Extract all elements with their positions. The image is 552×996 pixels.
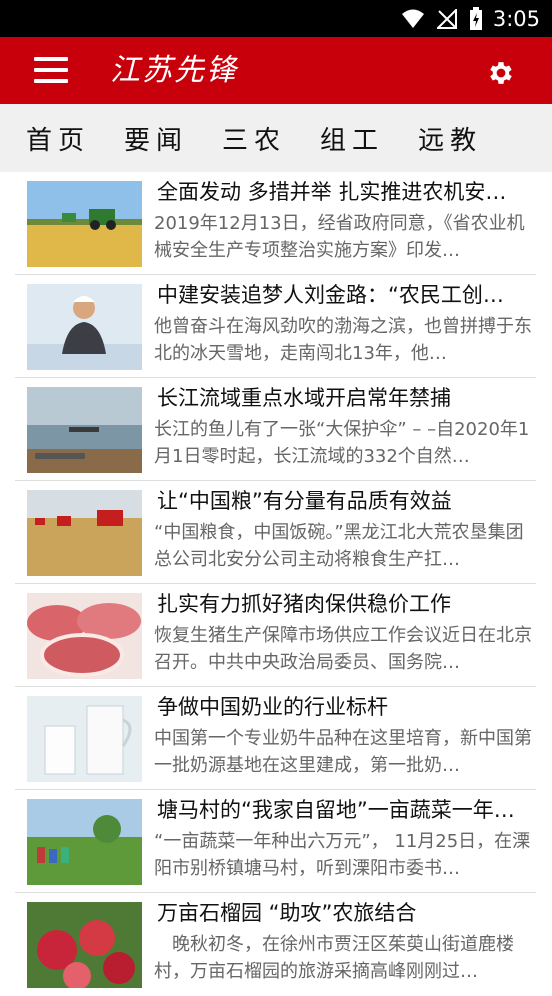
tab-news[interactable]: 要闻 bbox=[124, 120, 188, 157]
news-summary: “一亩蔬菜一年种出六万元”， 11月25日，在溧阳市别桥镇塘马村，听到溧阳市委书… bbox=[154, 831, 531, 879]
yangtze-river-image bbox=[27, 387, 142, 473]
news-item[interactable]: 让“中国粮”有分量有品质有效益 “中国粮食，中国饭碗。”黑龙江北大荒农垦集团总公… bbox=[0, 481, 552, 584]
news-item[interactable]: 全面发动 多措并举 扎实推进农机安… 2019年12月13日，经省政府同意，《省… bbox=[0, 172, 552, 275]
app-logo: 江苏先锋 bbox=[110, 53, 238, 88]
vegetable-field-image bbox=[27, 799, 142, 885]
tab-home[interactable]: 首页 bbox=[26, 120, 90, 157]
milk-glasses-image bbox=[27, 696, 142, 782]
wifi-icon bbox=[401, 9, 425, 29]
news-summary: 长江的鱼儿有了一张“大保护伞” – –自2020年1月1日零时起，长江流域的33… bbox=[154, 419, 530, 467]
news-summary: 中国第一个专业奶牛品种在这里培育，新中国第一批奶源基地在这里建成，第一批奶… bbox=[154, 728, 532, 776]
news-summary: 2019年12月13日，经省政府同意，《省农业机械安全生产专项整治实施方案》印发… bbox=[154, 213, 525, 261]
combine-harvesters-image bbox=[27, 490, 142, 576]
news-title: 让“中国粮”有分量有品质有效益 bbox=[157, 489, 452, 513]
tab-agriculture[interactable]: 三农 bbox=[222, 120, 286, 157]
news-item[interactable]: 中建安装追梦人刘金路：“农民工创… 他曾奋斗在海风劲吹的渤海之滨，也曾拼搏于东北… bbox=[0, 275, 552, 378]
news-title: 扎实有力抓好猪肉保供稳价工作 bbox=[157, 592, 451, 616]
news-summary: 恢复生猪生产保障市场供应工作会议近日在北京召开。中共中央政治局委员、国务院… bbox=[154, 625, 532, 673]
news-title: 中建安装追梦人刘金路：“农民工创… bbox=[157, 283, 504, 307]
settings-button[interactable] bbox=[486, 58, 516, 88]
news-title: 争做中国奶业的行业标杆 bbox=[157, 695, 388, 719]
wheat-harvest-image bbox=[27, 181, 142, 267]
news-title: 万亩石榴园 “助攻”农旅结合 bbox=[157, 901, 417, 925]
news-title: 长江流域重点水域开启常年禁捕 bbox=[157, 386, 451, 410]
category-tabs: 首页 要闻 三农 组工 远教 bbox=[0, 104, 552, 172]
menu-icon bbox=[34, 57, 68, 61]
news-summary: “中国粮食，中国饭碗。”黑龙江北大荒农垦集团总公司北安分公司主动将粮食生产扛… bbox=[154, 522, 524, 570]
pomegranate-image bbox=[27, 902, 142, 988]
no-signal-icon bbox=[436, 8, 457, 29]
news-item[interactable]: 塘马村的“我家自留地”一亩蔬菜一年… “一亩蔬菜一年种出六万元”， 11月25日… bbox=[0, 790, 552, 893]
status-time: 3:05 bbox=[492, 6, 540, 31]
news-item[interactable]: 万亩石榴园 “助攻”农旅结合 晚秋初冬，在徐州市贾汪区茱萸山街道鹿楼村，万亩石榴… bbox=[0, 893, 552, 996]
app-bar: 江苏先锋 bbox=[0, 37, 552, 104]
status-bar: 3:05 bbox=[0, 0, 552, 37]
news-item[interactable]: 扎实有力抓好猪肉保供稳价工作 恢复生猪生产保障市场供应工作会议近日在北京召开。中… bbox=[0, 584, 552, 687]
news-title: 塘马村的“我家自留地”一亩蔬菜一年… bbox=[157, 798, 515, 822]
menu-button[interactable] bbox=[34, 57, 68, 85]
tab-distance-education[interactable]: 远教 bbox=[418, 120, 482, 157]
news-title: 全面发动 多措并举 扎实推进农机安… bbox=[157, 180, 507, 204]
tab-organization[interactable]: 组工 bbox=[320, 120, 384, 157]
news-item[interactable]: 争做中国奶业的行业标杆 中国第一个专业奶牛品种在这里培育，新中国第一批奶源基地在… bbox=[0, 687, 552, 790]
worker-portrait-image bbox=[27, 284, 142, 370]
news-list: 全面发动 多措并举 扎实推进农机安… 2019年12月13日，经省政府同意，《省… bbox=[0, 172, 552, 996]
pork-slices-image bbox=[27, 593, 142, 679]
news-summary: 他曾奋斗在海风劲吹的渤海之滨，也曾拼搏于东北的冰天雪地，走南闯北13年，他… bbox=[154, 316, 532, 364]
news-item[interactable]: 长江流域重点水域开启常年禁捕 长江的鱼儿有了一张“大保护伞” – –自2020年… bbox=[0, 378, 552, 481]
battery-charging-icon bbox=[469, 6, 483, 31]
news-summary: 晚秋初冬，在徐州市贾汪区茱萸山街道鹿楼村，万亩石榴园的旅游采摘高峰刚刚过… bbox=[154, 934, 514, 982]
gear-icon bbox=[490, 62, 512, 84]
